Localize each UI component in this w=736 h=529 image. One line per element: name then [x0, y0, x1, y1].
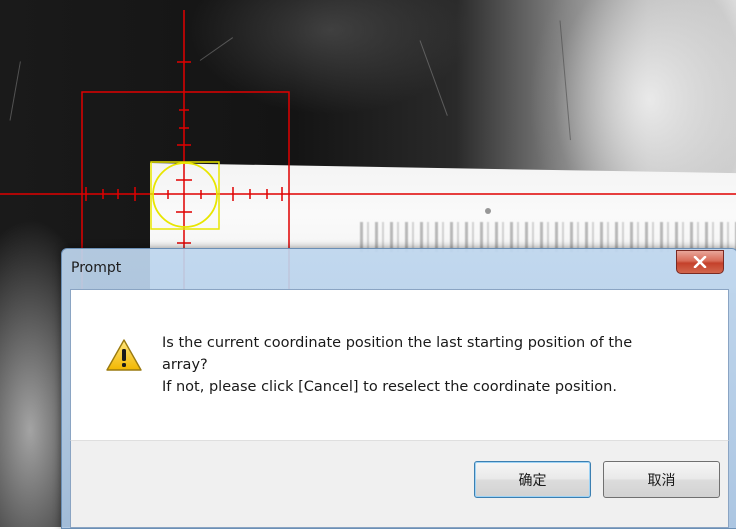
message-line: array?: [162, 357, 208, 373]
dialog-title: Prompt: [71, 260, 122, 276]
target-square: [150, 161, 220, 230]
dialog-titlebar[interactable]: Prompt: [62, 249, 736, 287]
ok-button[interactable]: 确定: [474, 461, 591, 498]
warning-icon: [106, 339, 142, 371]
target-circle: [152, 162, 218, 228]
message-line: Is the current coordinate position the l…: [162, 335, 633, 351]
message-text: Is the current coordinate position the l…: [162, 332, 702, 398]
close-icon: [693, 256, 707, 268]
cancel-button[interactable]: 取消: [603, 461, 720, 498]
dialog-footer: 确定 取消: [70, 440, 729, 528]
message-line: If not, please click [Cancel] to reselec…: [162, 379, 617, 395]
dialog-content: Is the current coordinate position the l…: [70, 289, 729, 441]
close-button[interactable]: [676, 250, 724, 274]
prompt-dialog: Prompt Is the current coordinate positio…: [61, 248, 736, 529]
